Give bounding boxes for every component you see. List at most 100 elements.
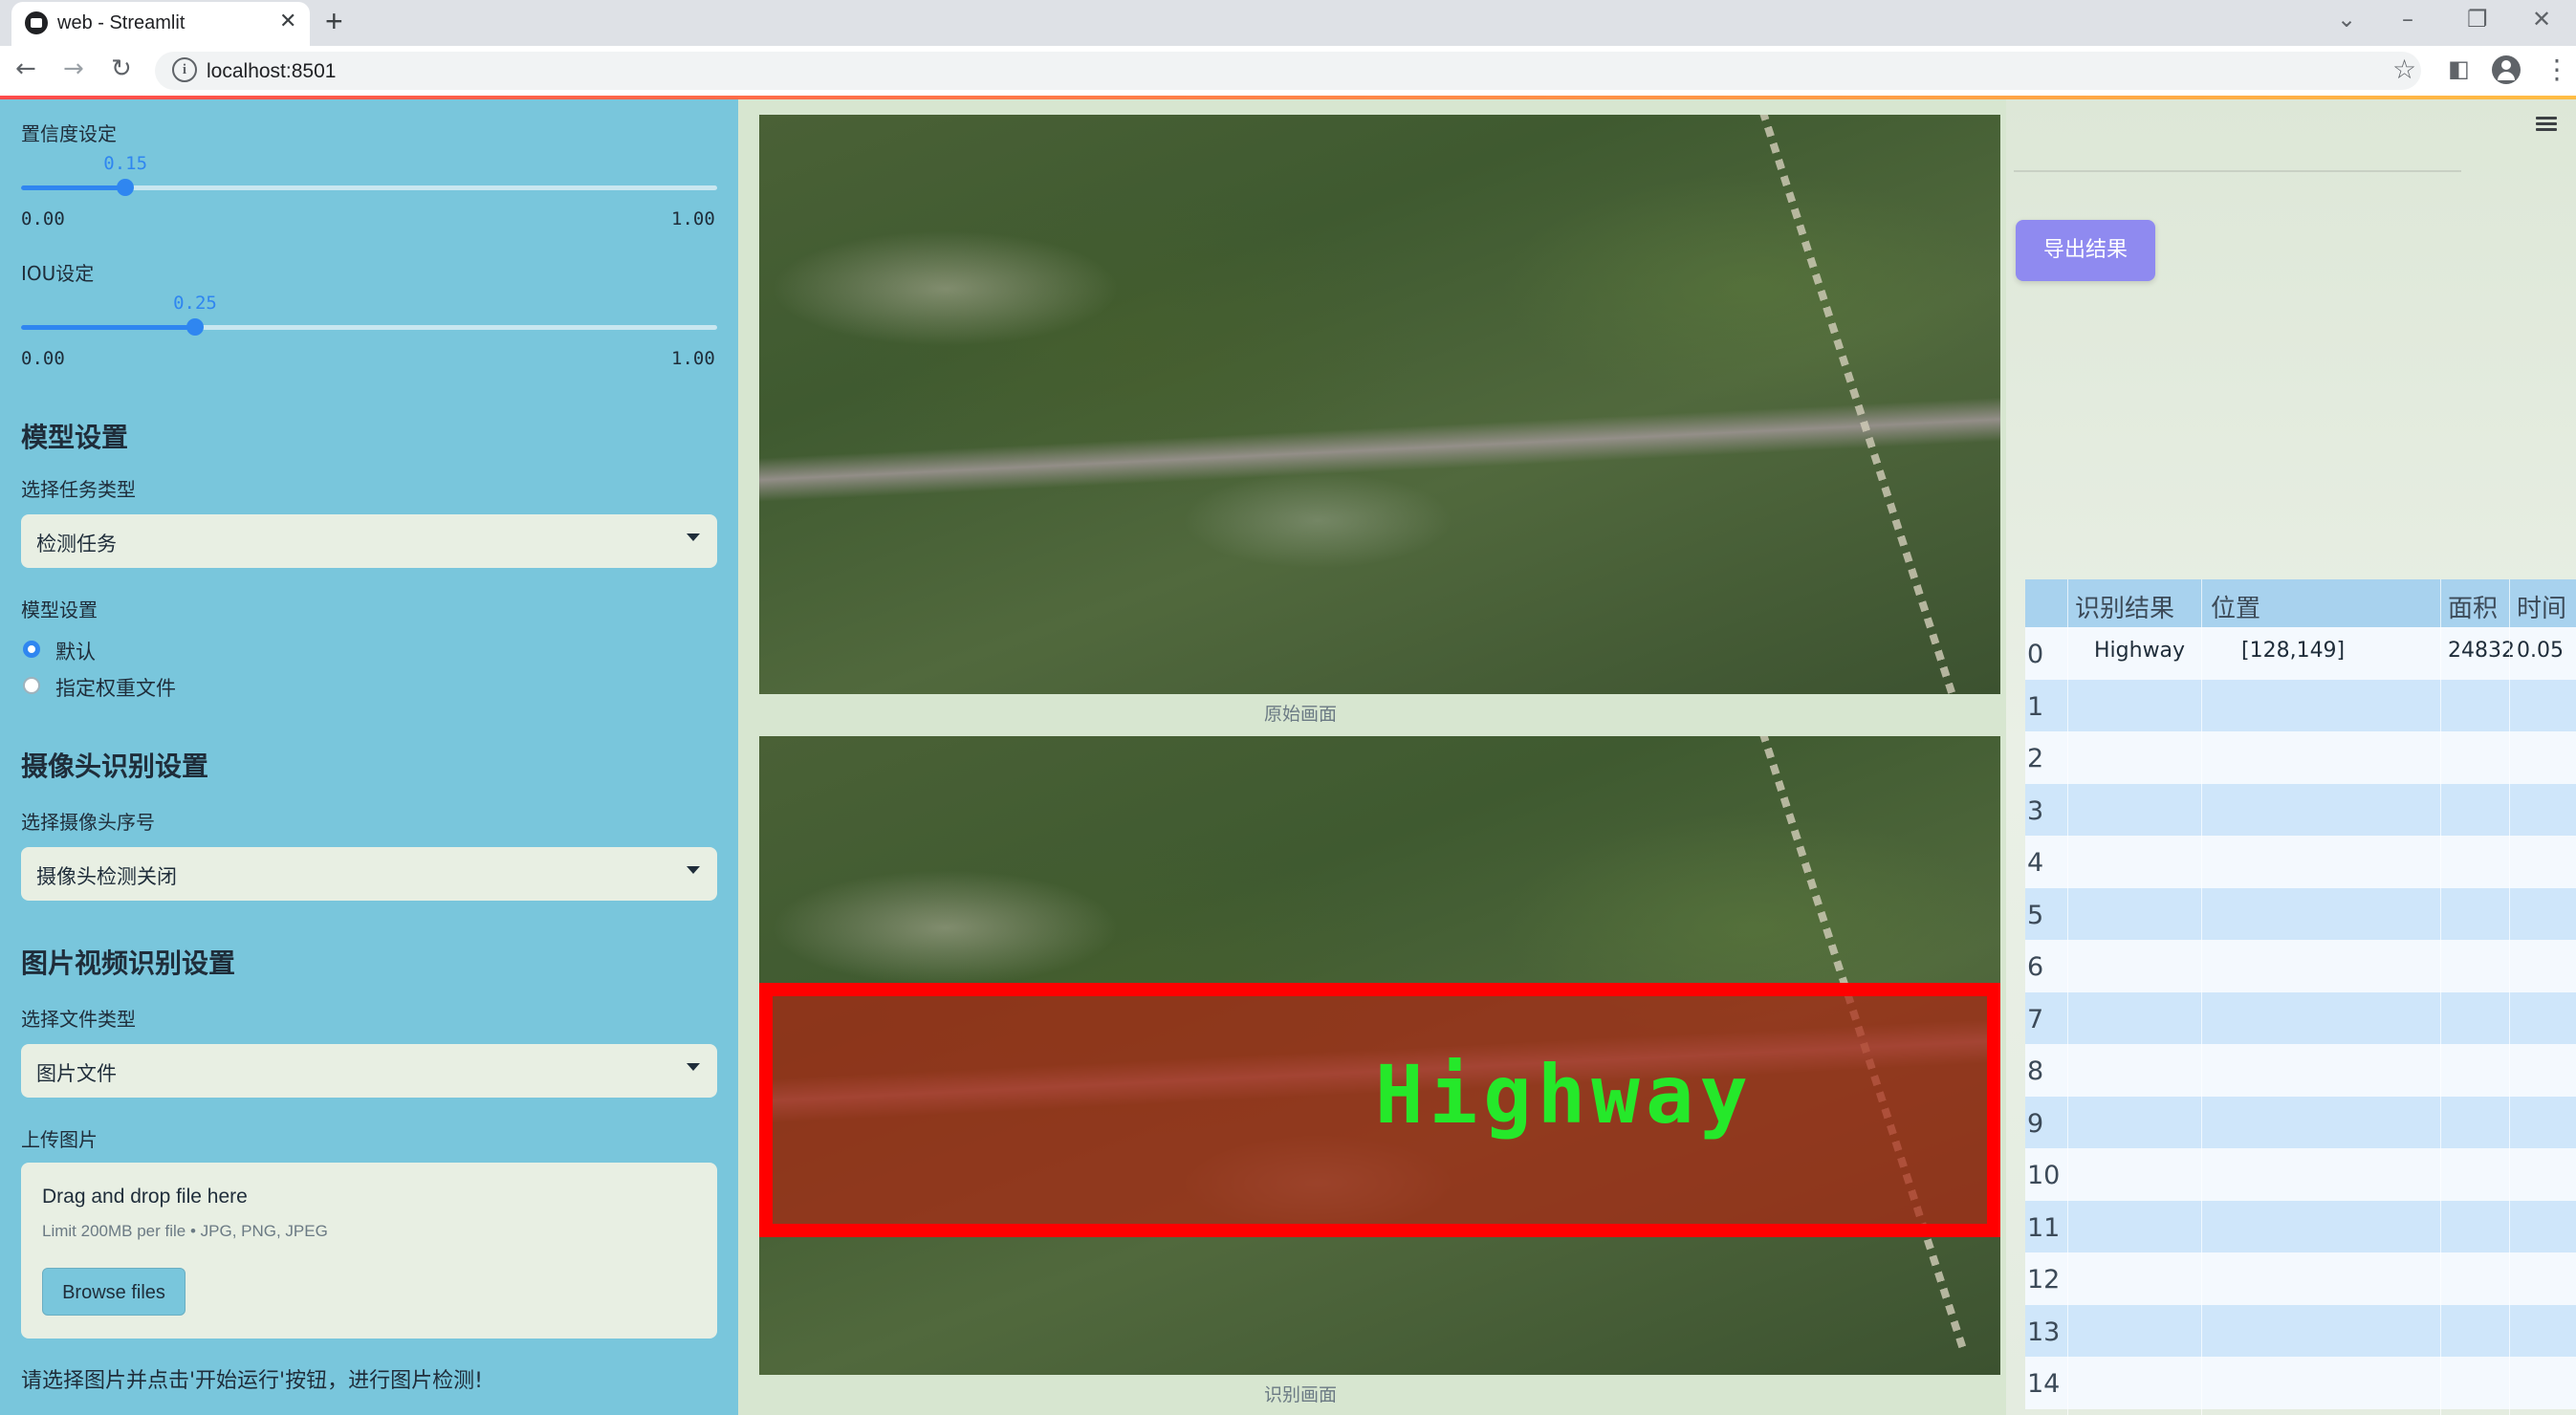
minimize-icon[interactable]: – xyxy=(2402,6,2413,33)
table-row[interactable]: 0 Highway [128,149] 24832 0.05 xyxy=(2025,627,2576,680)
iou-label: IOU设定 xyxy=(21,262,95,285)
camera-label: 选择摄像头序号 xyxy=(21,811,155,834)
confidence-slider[interactable] xyxy=(21,179,717,196)
row-index: 11 xyxy=(2027,1212,2061,1243)
row-index: 12 xyxy=(2027,1265,2061,1295)
site-info-icon[interactable]: i xyxy=(172,57,197,82)
upload-label: 上传图片 xyxy=(21,1128,98,1151)
radio-selected-icon[interactable] xyxy=(23,641,40,658)
side-panel-icon[interactable]: ◧ xyxy=(2448,55,2470,82)
forward-icon[interactable]: → xyxy=(63,54,84,83)
browser-menu-icon[interactable]: ⋮ xyxy=(2543,54,2570,85)
hamburger-menu-icon[interactable] xyxy=(2536,117,2557,132)
original-image xyxy=(759,115,2000,694)
address-bar[interactable]: i localhost:8501 xyxy=(155,52,2421,90)
table-row[interactable]: 5 xyxy=(2025,887,2576,941)
chevron-down-icon xyxy=(687,866,700,874)
upload-limit: Limit 200MB per file • JPG, PNG, JPEG xyxy=(42,1222,328,1240)
media-heading: 图片视频识别设置 xyxy=(21,947,236,979)
row-index: 7 xyxy=(2027,1004,2044,1034)
detection-label: Highway xyxy=(1375,1048,1755,1142)
column-divider xyxy=(2067,579,2068,1415)
window-close-icon[interactable]: ✕ xyxy=(2532,6,2551,33)
iou-max: 1.00 xyxy=(671,348,715,369)
column-divider xyxy=(2509,579,2510,1415)
confidence-slider-fill xyxy=(21,185,126,190)
streamlit-favicon-icon xyxy=(25,11,48,34)
sidebar: 置信度设定 0.15 0.00 1.00 IOU设定 0.25 0.00 1.0… xyxy=(0,99,738,1415)
new-tab-icon[interactable]: + xyxy=(325,4,343,39)
browser-tab-bar: web - Streamlit ✕ + ⌄ – ❐ ✕ xyxy=(0,0,2576,46)
confidence-label: 置信度设定 xyxy=(21,122,117,145)
model-heading: 模型设置 xyxy=(21,422,129,453)
export-results-button[interactable]: 导出结果 xyxy=(2016,220,2155,281)
table-row[interactable]: 2 xyxy=(2025,731,2576,784)
iou-slider-fill xyxy=(21,325,195,330)
iou-slider[interactable] xyxy=(21,318,717,336)
iou-value: 0.25 xyxy=(173,293,217,314)
table-row[interactable]: 13 xyxy=(2025,1304,2576,1358)
row-index: 14 xyxy=(2027,1369,2061,1399)
table-row[interactable]: 4 xyxy=(2025,836,2576,888)
task-type-label: 选择任务类型 xyxy=(21,478,136,501)
restore-icon[interactable]: ❐ xyxy=(2467,6,2488,33)
bookmark-star-icon[interactable]: ☆ xyxy=(2392,54,2416,85)
cell-position: [128,149] xyxy=(2241,639,2346,663)
file-type-select[interactable]: 图片文件 xyxy=(21,1044,717,1098)
iou-slider-thumb[interactable] xyxy=(186,318,204,336)
cell-time: 0.05 xyxy=(2517,639,2564,663)
row-index: 8 xyxy=(2027,1056,2044,1086)
detection-bounding-box: Highway xyxy=(759,983,2000,1237)
confidence-value: 0.15 xyxy=(103,153,148,174)
table-row[interactable]: 7 xyxy=(2025,991,2576,1045)
header-result[interactable]: 识别结果 xyxy=(2075,589,2174,624)
row-index: 1 xyxy=(2027,691,2044,722)
instruction-text: 请选择图片并点击'开始运行'按钮，进行图片检测! xyxy=(21,1369,483,1393)
table-row[interactable]: 8 xyxy=(2025,1044,2576,1097)
reload-icon[interactable]: ↻ xyxy=(111,54,132,83)
table-row[interactable]: 3 xyxy=(2025,783,2576,837)
row-index: 4 xyxy=(2027,848,2044,878)
results-table: 识别结果 位置 面积 时间 0 Highway [128,149] 24832 0.05… xyxy=(2025,579,2576,1415)
table-row[interactable]: 1 xyxy=(2025,679,2576,732)
table-row[interactable]: 6 xyxy=(2025,940,2576,992)
back-icon[interactable]: ← xyxy=(15,54,36,83)
file-uploader-dropzone[interactable]: Drag and drop file here Limit 200MB per … xyxy=(21,1163,717,1339)
browse-files-button[interactable]: Browse files xyxy=(42,1268,186,1316)
row-index: 5 xyxy=(2027,900,2044,930)
confidence-slider-thumb[interactable] xyxy=(117,179,135,196)
tab-title: web - Streamlit xyxy=(57,12,186,33)
browser-tab[interactable]: web - Streamlit ✕ xyxy=(11,2,310,46)
original-caption: 原始画面 xyxy=(1263,704,1338,725)
result-image: Highway xyxy=(759,736,2000,1375)
camera-heading: 摄像头识别设置 xyxy=(21,751,209,782)
radio-unselected-icon[interactable] xyxy=(23,677,40,694)
header-area[interactable]: 面积 xyxy=(2448,589,2498,624)
radio-custom-weights-label: 指定权重文件 xyxy=(55,677,176,700)
row-index: 3 xyxy=(2027,795,2044,826)
tab-search-icon[interactable]: ⌄ xyxy=(2337,6,2356,33)
table-row[interactable]: 9 xyxy=(2025,1096,2576,1149)
browser-nav-bar: ← → ↻ i localhost:8501 ☆ ◧ ⋮ xyxy=(0,46,2576,97)
confidence-max: 1.00 xyxy=(671,208,715,229)
image-road-feature xyxy=(759,393,2000,503)
cell-area: 24832 xyxy=(2448,639,2515,663)
header-position[interactable]: 位置 xyxy=(2211,589,2260,624)
column-divider xyxy=(2440,579,2441,1415)
task-type-select[interactable]: 检测任务 xyxy=(21,514,717,568)
camera-value: 摄像头检测关闭 xyxy=(36,865,177,888)
header-time[interactable]: 时间 xyxy=(2517,589,2566,624)
tab-close-icon[interactable]: ✕ xyxy=(279,10,296,33)
table-row[interactable]: 11 xyxy=(2025,1200,2576,1253)
column-divider xyxy=(2201,579,2202,1415)
profile-avatar-icon[interactable] xyxy=(2492,55,2521,84)
table-row[interactable]: 10 xyxy=(2025,1148,2576,1201)
file-type-value: 图片文件 xyxy=(36,1062,117,1085)
camera-select[interactable]: 摄像头检测关闭 xyxy=(21,847,717,901)
row-index: 13 xyxy=(2027,1317,2061,1347)
table-row[interactable]: 12 xyxy=(2025,1252,2576,1305)
model-settings-label: 模型设置 xyxy=(21,599,98,621)
table-header: 识别结果 位置 面积 时间 xyxy=(2025,579,2576,627)
row-index: 10 xyxy=(2027,1161,2061,1190)
table-row[interactable]: 14 xyxy=(2025,1357,2576,1409)
